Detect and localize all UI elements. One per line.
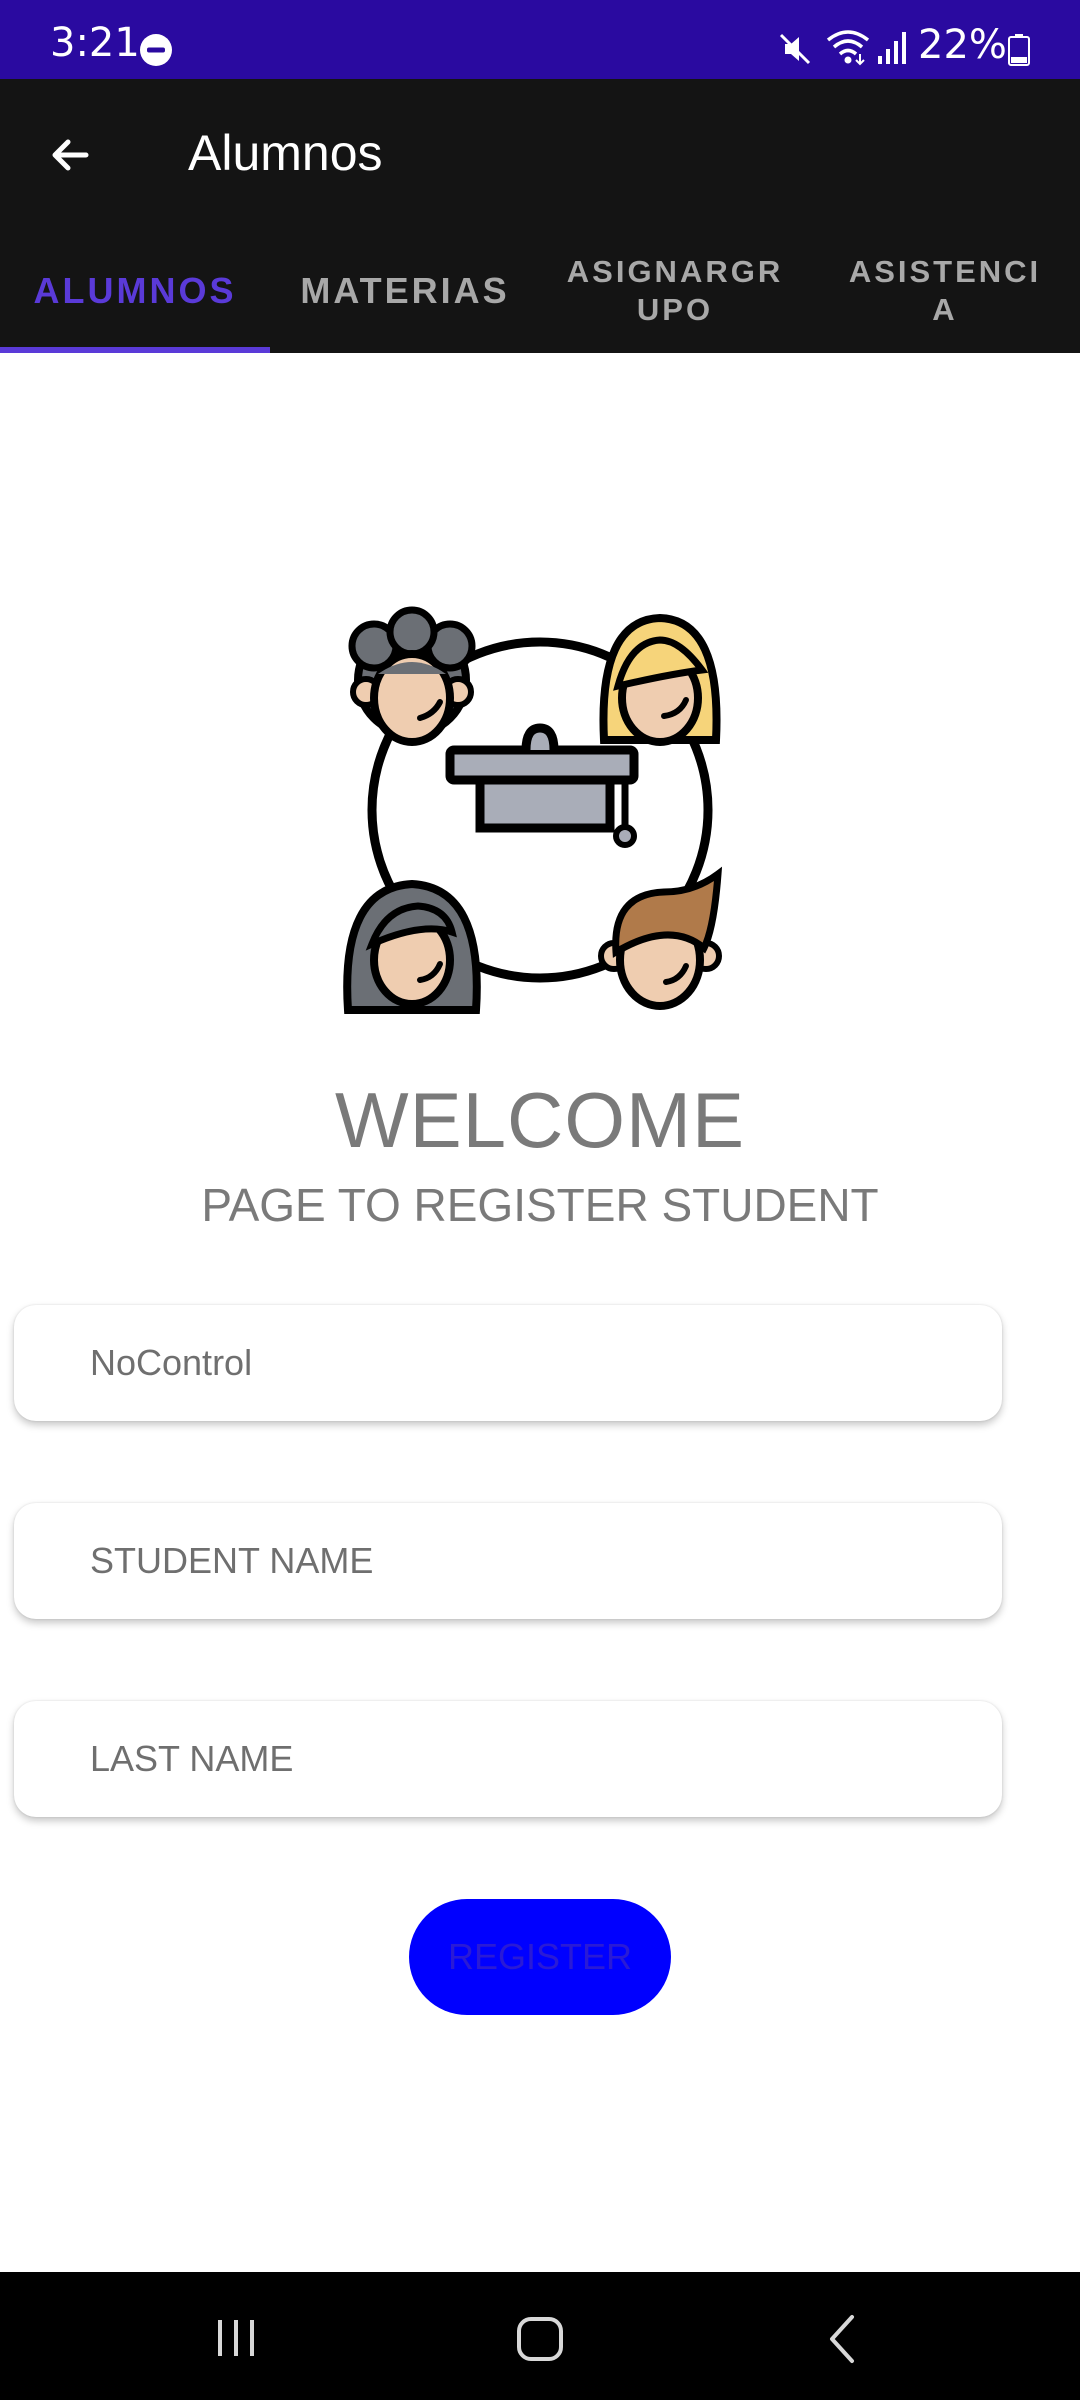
page-subtitle: PAGE TO REGISTER STUDENT xyxy=(201,1179,879,1231)
battery-percentage: 22% xyxy=(918,22,1007,68)
page-title: Alumnos xyxy=(188,125,383,181)
students-group-icon xyxy=(343,606,723,1014)
home-icon[interactable] xyxy=(514,2314,566,2364)
system-nav-bar xyxy=(0,2272,1080,2400)
tab-label: ALUMNOS xyxy=(33,269,237,311)
tab-label: ASIGNARGR UPO xyxy=(566,253,784,327)
status-time: 3:21 xyxy=(50,20,140,66)
status-bar: 3:21 22% xyxy=(0,0,1080,79)
wifi-icon xyxy=(826,30,870,66)
nocontrol-field-container xyxy=(14,1305,1002,1421)
register-button[interactable]: REGISTER xyxy=(409,1899,671,2015)
tab-materias[interactable]: MATERIAS xyxy=(270,228,540,353)
tab-asignargrupo[interactable]: ASIGNARGR UPO xyxy=(540,228,810,353)
back-button[interactable] xyxy=(30,119,110,191)
student-name-field[interactable] xyxy=(14,1503,1002,1619)
back-icon[interactable] xyxy=(820,2312,864,2366)
tab-label: ASISTENCI A xyxy=(848,253,1042,327)
mute-icon xyxy=(779,33,811,65)
do-not-disturb-icon xyxy=(140,34,172,66)
last-name-field[interactable] xyxy=(14,1701,1002,1817)
tab-alumnos[interactable]: ALUMNOS xyxy=(0,228,270,353)
tab-label: MATERIAS xyxy=(300,269,510,311)
nocontrol-field[interactable] xyxy=(14,1305,1002,1421)
battery-icon xyxy=(1008,34,1030,66)
last-name-field-container xyxy=(14,1701,1002,1817)
tab-indicator xyxy=(0,347,270,353)
recents-icon[interactable] xyxy=(206,2316,266,2360)
signal-icon xyxy=(878,32,906,64)
student-name-field-container xyxy=(14,1503,1002,1619)
welcome-heading: WELCOME xyxy=(334,1076,746,1164)
tab-asistencia[interactable]: ASISTENCI A xyxy=(810,228,1080,353)
tab-bar: ALUMNOS MATERIAS ASIGNARGR UPO ASISTENCI… xyxy=(0,228,1080,353)
app-bar: Alumnos xyxy=(0,79,1080,228)
arrow-left-icon xyxy=(52,139,89,171)
